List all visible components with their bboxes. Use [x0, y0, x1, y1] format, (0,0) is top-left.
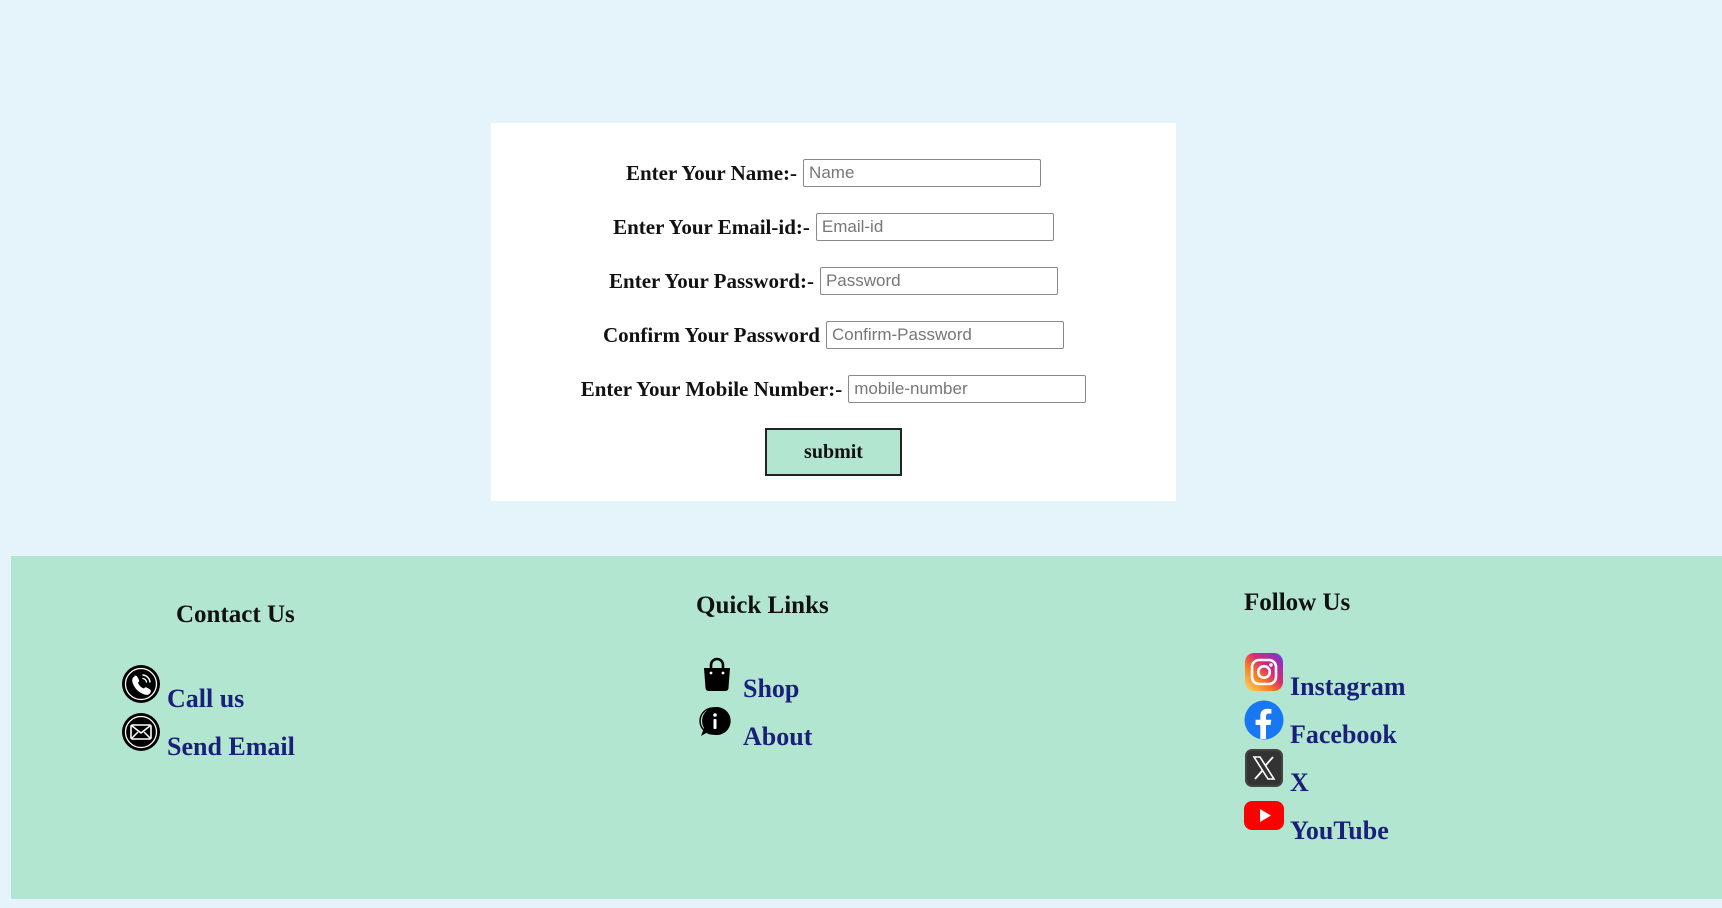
about-link[interactable]: About	[697, 702, 812, 750]
shop-link[interactable]: Shop	[697, 654, 799, 702]
follow-us-title: Follow Us	[1244, 589, 1351, 616]
shop-label: Shop	[743, 674, 800, 703]
mobile-label: Enter Your Mobile Number:-	[580, 376, 843, 401]
send-email-label: Send Email	[167, 732, 295, 761]
instagram-link[interactable]: Instagram	[1244, 652, 1406, 700]
quick-links-title: Quick Links	[696, 592, 829, 619]
facebook-link[interactable]: Facebook	[1244, 700, 1397, 748]
registration-form: Enter Your Name:- Enter Your Email-id:- …	[491, 123, 1176, 501]
facebook-label: Facebook	[1290, 720, 1397, 749]
mobile-row: Enter Your Mobile Number:-	[491, 373, 1176, 405]
envelope-icon	[121, 712, 161, 752]
facebook-icon	[1244, 700, 1284, 740]
info-chat-icon	[697, 702, 737, 742]
mobile-input[interactable]	[848, 375, 1087, 403]
x-label: X	[1290, 768, 1309, 797]
phone-icon	[121, 664, 161, 704]
instagram-icon	[1244, 652, 1284, 692]
about-label: About	[743, 722, 813, 751]
confirm-password-input[interactable]	[826, 321, 1064, 349]
x-icon	[1244, 748, 1284, 788]
call-us-label: Call us	[167, 684, 245, 713]
password-input[interactable]	[819, 267, 1058, 295]
submit-button[interactable]: submit	[765, 428, 902, 476]
name-input[interactable]	[803, 159, 1042, 187]
call-us-link[interactable]: Call us	[121, 664, 244, 712]
email-label: Enter Your Email-id:-	[613, 214, 810, 239]
youtube-link[interactable]: YouTube	[1244, 796, 1389, 844]
send-email-link[interactable]: Send Email	[121, 712, 295, 760]
instagram-label: Instagram	[1290, 672, 1406, 701]
footer: Contact Us Call us Send Email Quick Link…	[11, 556, 1722, 899]
shopping-bag-icon	[697, 654, 737, 694]
password-label: Enter Your Password:-	[609, 268, 814, 293]
confirm-password-label: Confirm Your Password	[602, 322, 820, 347]
email-input[interactable]	[815, 213, 1054, 241]
name-label: Enter Your Name:-	[625, 160, 798, 185]
youtube-icon	[1244, 796, 1284, 836]
youtube-label: YouTube	[1290, 816, 1389, 845]
email-row: Enter Your Email-id:-	[491, 211, 1176, 243]
password-row: Enter Your Password:-	[491, 265, 1176, 297]
x-link[interactable]: X	[1244, 748, 1309, 796]
name-row: Enter Your Name:-	[491, 157, 1176, 189]
contact-title: Contact Us	[176, 601, 295, 628]
confirm-password-row: Confirm Your Password	[491, 319, 1176, 351]
